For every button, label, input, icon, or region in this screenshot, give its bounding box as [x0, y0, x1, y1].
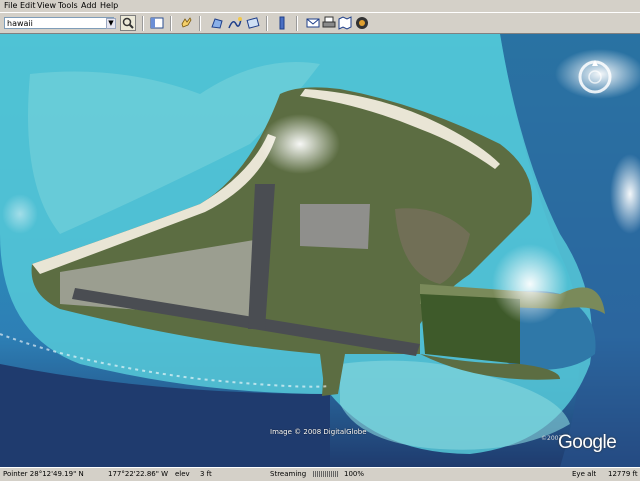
toolbar: ▼	[0, 12, 640, 34]
status-bar: Pointer 28°12'49.19" N 177°22'22.86" W e…	[0, 467, 640, 481]
sidebar-toggle-icon[interactable]	[150, 16, 164, 30]
ruler-icon[interactable]	[275, 16, 289, 30]
search-input[interactable]	[4, 17, 114, 29]
google-logo: Google	[558, 432, 617, 453]
hand-navigate-icon[interactable]	[179, 16, 193, 30]
toolbar-separator	[170, 16, 172, 31]
satellite-map-view[interactable]: Image © 2008 DigitalGlobe ©2007 Google	[0, 34, 640, 467]
cloud	[2, 194, 38, 234]
pointer-latitude: Pointer 28°12'49.19" N	[3, 470, 84, 478]
add-path-icon[interactable]	[228, 16, 242, 30]
search-button[interactable]	[120, 15, 136, 31]
toolbar-separator	[296, 16, 298, 31]
toolbar-separator	[199, 16, 201, 31]
menu-view[interactable]: View	[37, 0, 56, 12]
print-icon[interactable]	[322, 16, 336, 30]
menu-edit[interactable]: Edit	[20, 0, 36, 12]
streaming-percent: 100%	[344, 470, 365, 478]
hangar-area	[300, 204, 370, 249]
elevation-value: 3 ft	[200, 470, 212, 478]
add-overlay-icon[interactable]	[246, 16, 260, 30]
cloud	[492, 244, 568, 324]
menu-file[interactable]: File	[4, 0, 17, 12]
menu-bar: File Edit View Tools Add Help	[0, 0, 640, 12]
search-icon	[122, 17, 134, 29]
menu-help[interactable]: Help	[100, 0, 118, 12]
google-maps-icon[interactable]	[355, 16, 369, 30]
elevation-label: elev	[175, 470, 190, 478]
add-polygon-icon[interactable]	[210, 16, 224, 30]
menu-add[interactable]: Add	[81, 0, 97, 12]
satellite-imagery	[0, 34, 640, 467]
eye-alt-value: 12779 ft	[608, 470, 638, 478]
toolbar-separator	[142, 16, 144, 31]
eye-alt-label: Eye alt	[572, 470, 597, 478]
streaming-progress-bar	[313, 471, 339, 477]
cloud	[260, 114, 340, 174]
map-view-icon[interactable]	[338, 16, 352, 30]
search-dropdown-button[interactable]: ▼	[106, 18, 116, 29]
imagery-copyright: Image © 2008 DigitalGlobe	[270, 428, 367, 436]
toolbar-separator	[266, 16, 268, 31]
email-icon[interactable]	[306, 16, 320, 30]
menu-tools[interactable]: Tools	[58, 0, 78, 12]
navigation-compass-icon[interactable]	[576, 58, 614, 96]
streaming-label: Streaming	[270, 470, 307, 478]
pointer-longitude: 177°22'22.86" W	[108, 470, 169, 478]
